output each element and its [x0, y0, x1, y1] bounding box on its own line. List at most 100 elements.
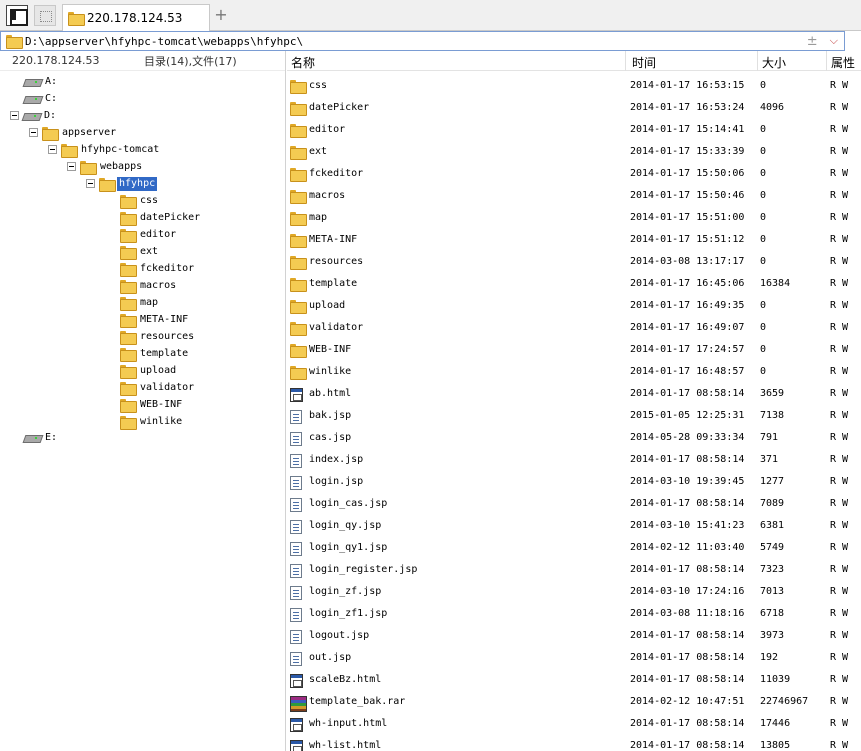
- tree-item[interactable]: map: [120, 294, 160, 311]
- tree-item[interactable]: D:: [10, 107, 58, 124]
- file-row[interactable]: template 2014-01-17 16:45:06 16384 R W: [287, 273, 861, 295]
- file-size: 22746967: [760, 696, 809, 707]
- file-row[interactable]: ab.html 2014-01-17 08:58:14 3659 R W: [287, 383, 861, 405]
- tree-item[interactable]: ext: [120, 243, 160, 260]
- file-row[interactable]: template_bak.rar 2014-02-12 10:47:51 22746…: [287, 691, 861, 713]
- tree-item[interactable]: fckeditor: [120, 260, 196, 277]
- file-row[interactable]: login_cas.jsp 2014-01-17 08:58:14 7089 R W: [287, 493, 861, 515]
- folder-icon: [42, 126, 59, 141]
- file-row[interactable]: ext 2014-01-17 15:33:39 0 R W: [287, 141, 861, 163]
- file-attr: R W: [830, 432, 849, 443]
- file-time: 2014-01-17 08:58:14: [630, 630, 745, 641]
- jsp-file-icon: [290, 520, 302, 534]
- file-row[interactable]: scaleBz.html 2014-01-17 08:58:14 11039 R W: [287, 669, 861, 691]
- column-attr[interactable]: 属性: [831, 54, 855, 71]
- file-row[interactable]: map 2014-01-17 15:51:00 0 R W: [287, 207, 861, 229]
- column-size[interactable]: 大小: [762, 54, 786, 71]
- chevron-down-icon[interactable]: ⌵: [830, 34, 838, 48]
- folder-icon: [290, 322, 307, 336]
- tree-item[interactable]: WEB-INF: [120, 396, 184, 413]
- file-name: ab.html: [309, 388, 352, 399]
- tree-item[interactable]: webapps: [67, 158, 144, 175]
- column-name[interactable]: 名称: [291, 54, 315, 71]
- file-row[interactable]: WEB-INF 2014-01-17 17:24:57 0 R W: [287, 339, 861, 361]
- file-row[interactable]: login_qy1.jsp 2014-02-12 11:03:40 5749 R W: [287, 537, 861, 559]
- add-tab-button[interactable]: +: [213, 6, 229, 24]
- file-attr: R W: [830, 740, 849, 751]
- tree-item[interactable]: A:: [24, 73, 59, 90]
- window-icon[interactable]: [34, 5, 56, 26]
- file-attr: R W: [830, 542, 849, 553]
- file-row[interactable]: fckeditor 2014-01-17 15:50:06 0 R W: [287, 163, 861, 185]
- file-row[interactable]: bak.jsp 2015-01-05 12:25:31 7138 R W: [287, 405, 861, 427]
- file-row[interactable]: upload 2014-01-17 16:49:35 0 R W: [287, 295, 861, 317]
- tree-item-label: template: [140, 347, 189, 359]
- tree-item[interactable]: hfyhpc-tomcat: [48, 141, 161, 158]
- file-attr: R W: [830, 454, 849, 465]
- column-divider[interactable]: [826, 51, 827, 71]
- file-row[interactable]: datePicker 2014-01-17 16:53:24 4096 R W: [287, 97, 861, 119]
- file-attr: R W: [830, 300, 849, 311]
- file-row[interactable]: login_register.jsp 2014-01-17 08:58:14 732…: [287, 559, 861, 581]
- file-row[interactable]: macros 2014-01-17 15:50:46 0 R W: [287, 185, 861, 207]
- file-row[interactable]: validator 2014-01-17 16:49:07 0 R W: [287, 317, 861, 339]
- file-size: 0: [760, 322, 767, 333]
- file-name: wh-input.html: [309, 718, 388, 729]
- collapse-toggle-icon[interactable]: [48, 145, 57, 154]
- file-name: logout.jsp: [309, 630, 370, 641]
- file-time: 2014-01-17 08:58:14: [630, 652, 745, 663]
- tree-item[interactable]: upload: [120, 362, 178, 379]
- file-row[interactable]: index.jsp 2014-01-17 08:58:14 371 R W: [287, 449, 861, 471]
- tree-item[interactable]: css: [120, 192, 160, 209]
- sidebar-toggle-icon[interactable]: [6, 5, 28, 26]
- jsp-file-icon: [290, 586, 302, 600]
- file-attr: R W: [830, 674, 849, 685]
- collapse-toggle-icon[interactable]: [29, 128, 38, 137]
- path-input[interactable]: [25, 33, 803, 49]
- file-row[interactable]: login_qy.jsp 2014-03-10 15:41:23 6381 R W: [287, 515, 861, 537]
- file-row[interactable]: login_zf.jsp 2014-03-10 17:24:16 7013 R W: [287, 581, 861, 603]
- tree-item[interactable]: META-INF: [120, 311, 190, 328]
- collapse-toggle-icon[interactable]: [86, 179, 95, 188]
- tree-item[interactable]: datePicker: [120, 209, 202, 226]
- file-row[interactable]: logout.jsp 2014-01-17 08:58:14 3973 R W: [287, 625, 861, 647]
- tree-item[interactable]: editor: [120, 226, 178, 243]
- tree-item[interactable]: appserver: [29, 124, 118, 141]
- file-time: 2015-01-05 12:25:31: [630, 410, 745, 421]
- column-divider[interactable]: [625, 51, 626, 71]
- tree-item[interactable]: template: [120, 345, 190, 362]
- file-row[interactable]: login.jsp 2014-03-10 19:39:45 1277 R W: [287, 471, 861, 493]
- jsp-file-icon: [290, 542, 302, 556]
- tree-item[interactable]: E:: [24, 429, 59, 446]
- file-row[interactable]: login_zf1.jsp 2014-03-08 11:18:16 6718 R W: [287, 603, 861, 625]
- file-row[interactable]: out.jsp 2014-01-17 08:58:14 192 R W: [287, 647, 861, 669]
- file-attr: R W: [830, 168, 849, 179]
- tree-item-label: META-INF: [140, 313, 189, 325]
- tree-item[interactable]: C:: [24, 90, 59, 107]
- collapse-toggle-icon[interactable]: [67, 162, 76, 171]
- column-time[interactable]: 时间: [632, 54, 656, 71]
- file-size: 0: [760, 366, 767, 377]
- file-attr: R W: [830, 608, 849, 619]
- plus-minus-icon[interactable]: ±: [807, 34, 818, 49]
- file-row[interactable]: winlike 2014-01-17 16:48:57 0 R W: [287, 361, 861, 383]
- tree-item[interactable]: hfyhpc: [86, 175, 158, 192]
- file-row[interactable]: wh-list.html 2014-01-17 08:58:14 13805 R W: [287, 735, 861, 751]
- file-size: 7323: [760, 564, 785, 575]
- tree-item[interactable]: macros: [120, 277, 178, 294]
- tree-item[interactable]: validator: [120, 379, 196, 396]
- tree-item[interactable]: resources: [120, 328, 196, 345]
- jsp-file-icon: [290, 630, 302, 644]
- file-row[interactable]: META-INF 2014-01-17 15:51:12 0 R W: [287, 229, 861, 251]
- collapse-toggle-icon[interactable]: [10, 111, 19, 120]
- file-row[interactable]: css 2014-01-17 16:53:15 0 R W: [287, 75, 861, 97]
- file-name: login_qy.jsp: [309, 520, 382, 531]
- file-name: upload: [309, 300, 346, 311]
- tab-active[interactable]: 220.178.124.53: [62, 4, 210, 31]
- file-row[interactable]: wh-input.html 2014-01-17 08:58:14 17446 R W: [287, 713, 861, 735]
- file-row[interactable]: editor 2014-01-17 15:14:41 0 R W: [287, 119, 861, 141]
- file-row[interactable]: resources 2014-03-08 13:17:17 0 R W: [287, 251, 861, 273]
- column-divider[interactable]: [757, 51, 758, 71]
- tree-item[interactable]: winlike: [120, 413, 184, 430]
- file-row[interactable]: cas.jsp 2014-05-28 09:33:34 791 R W: [287, 427, 861, 449]
